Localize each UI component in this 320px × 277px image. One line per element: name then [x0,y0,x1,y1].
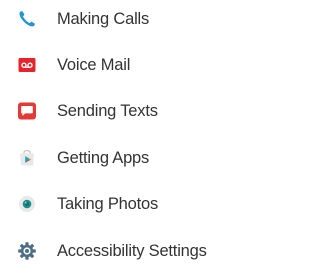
menu-item-accessibility-settings[interactable]: Accessibility Settings [17,238,207,264]
menu-item-sending-texts[interactable]: Sending Texts [17,98,158,124]
menu-item-making-calls[interactable]: Making Calls [17,6,149,32]
menu-item-label: Accessibility Settings [57,241,207,260]
voicemail-icon [17,55,37,75]
menu-item-label: Making Calls [57,9,150,28]
play-store-icon [17,148,37,168]
camera-icon [17,194,37,214]
gear-icon [17,241,37,261]
message-icon [17,101,37,121]
help-topics-menu: Making Calls Voice Mail Sending Texts Ge… [0,0,252,277]
menu-item-voice-mail[interactable]: Voice Mail [17,52,130,78]
menu-item-getting-apps[interactable]: Getting Apps [17,145,149,171]
phone-icon [17,9,37,29]
menu-item-label: Taking Photos [57,194,159,213]
menu-item-taking-photos[interactable]: Taking Photos [17,191,158,217]
menu-item-label: Voice Mail [57,55,131,74]
menu-item-label: Getting Apps [57,148,150,167]
menu-item-label: Sending Texts [57,101,158,120]
